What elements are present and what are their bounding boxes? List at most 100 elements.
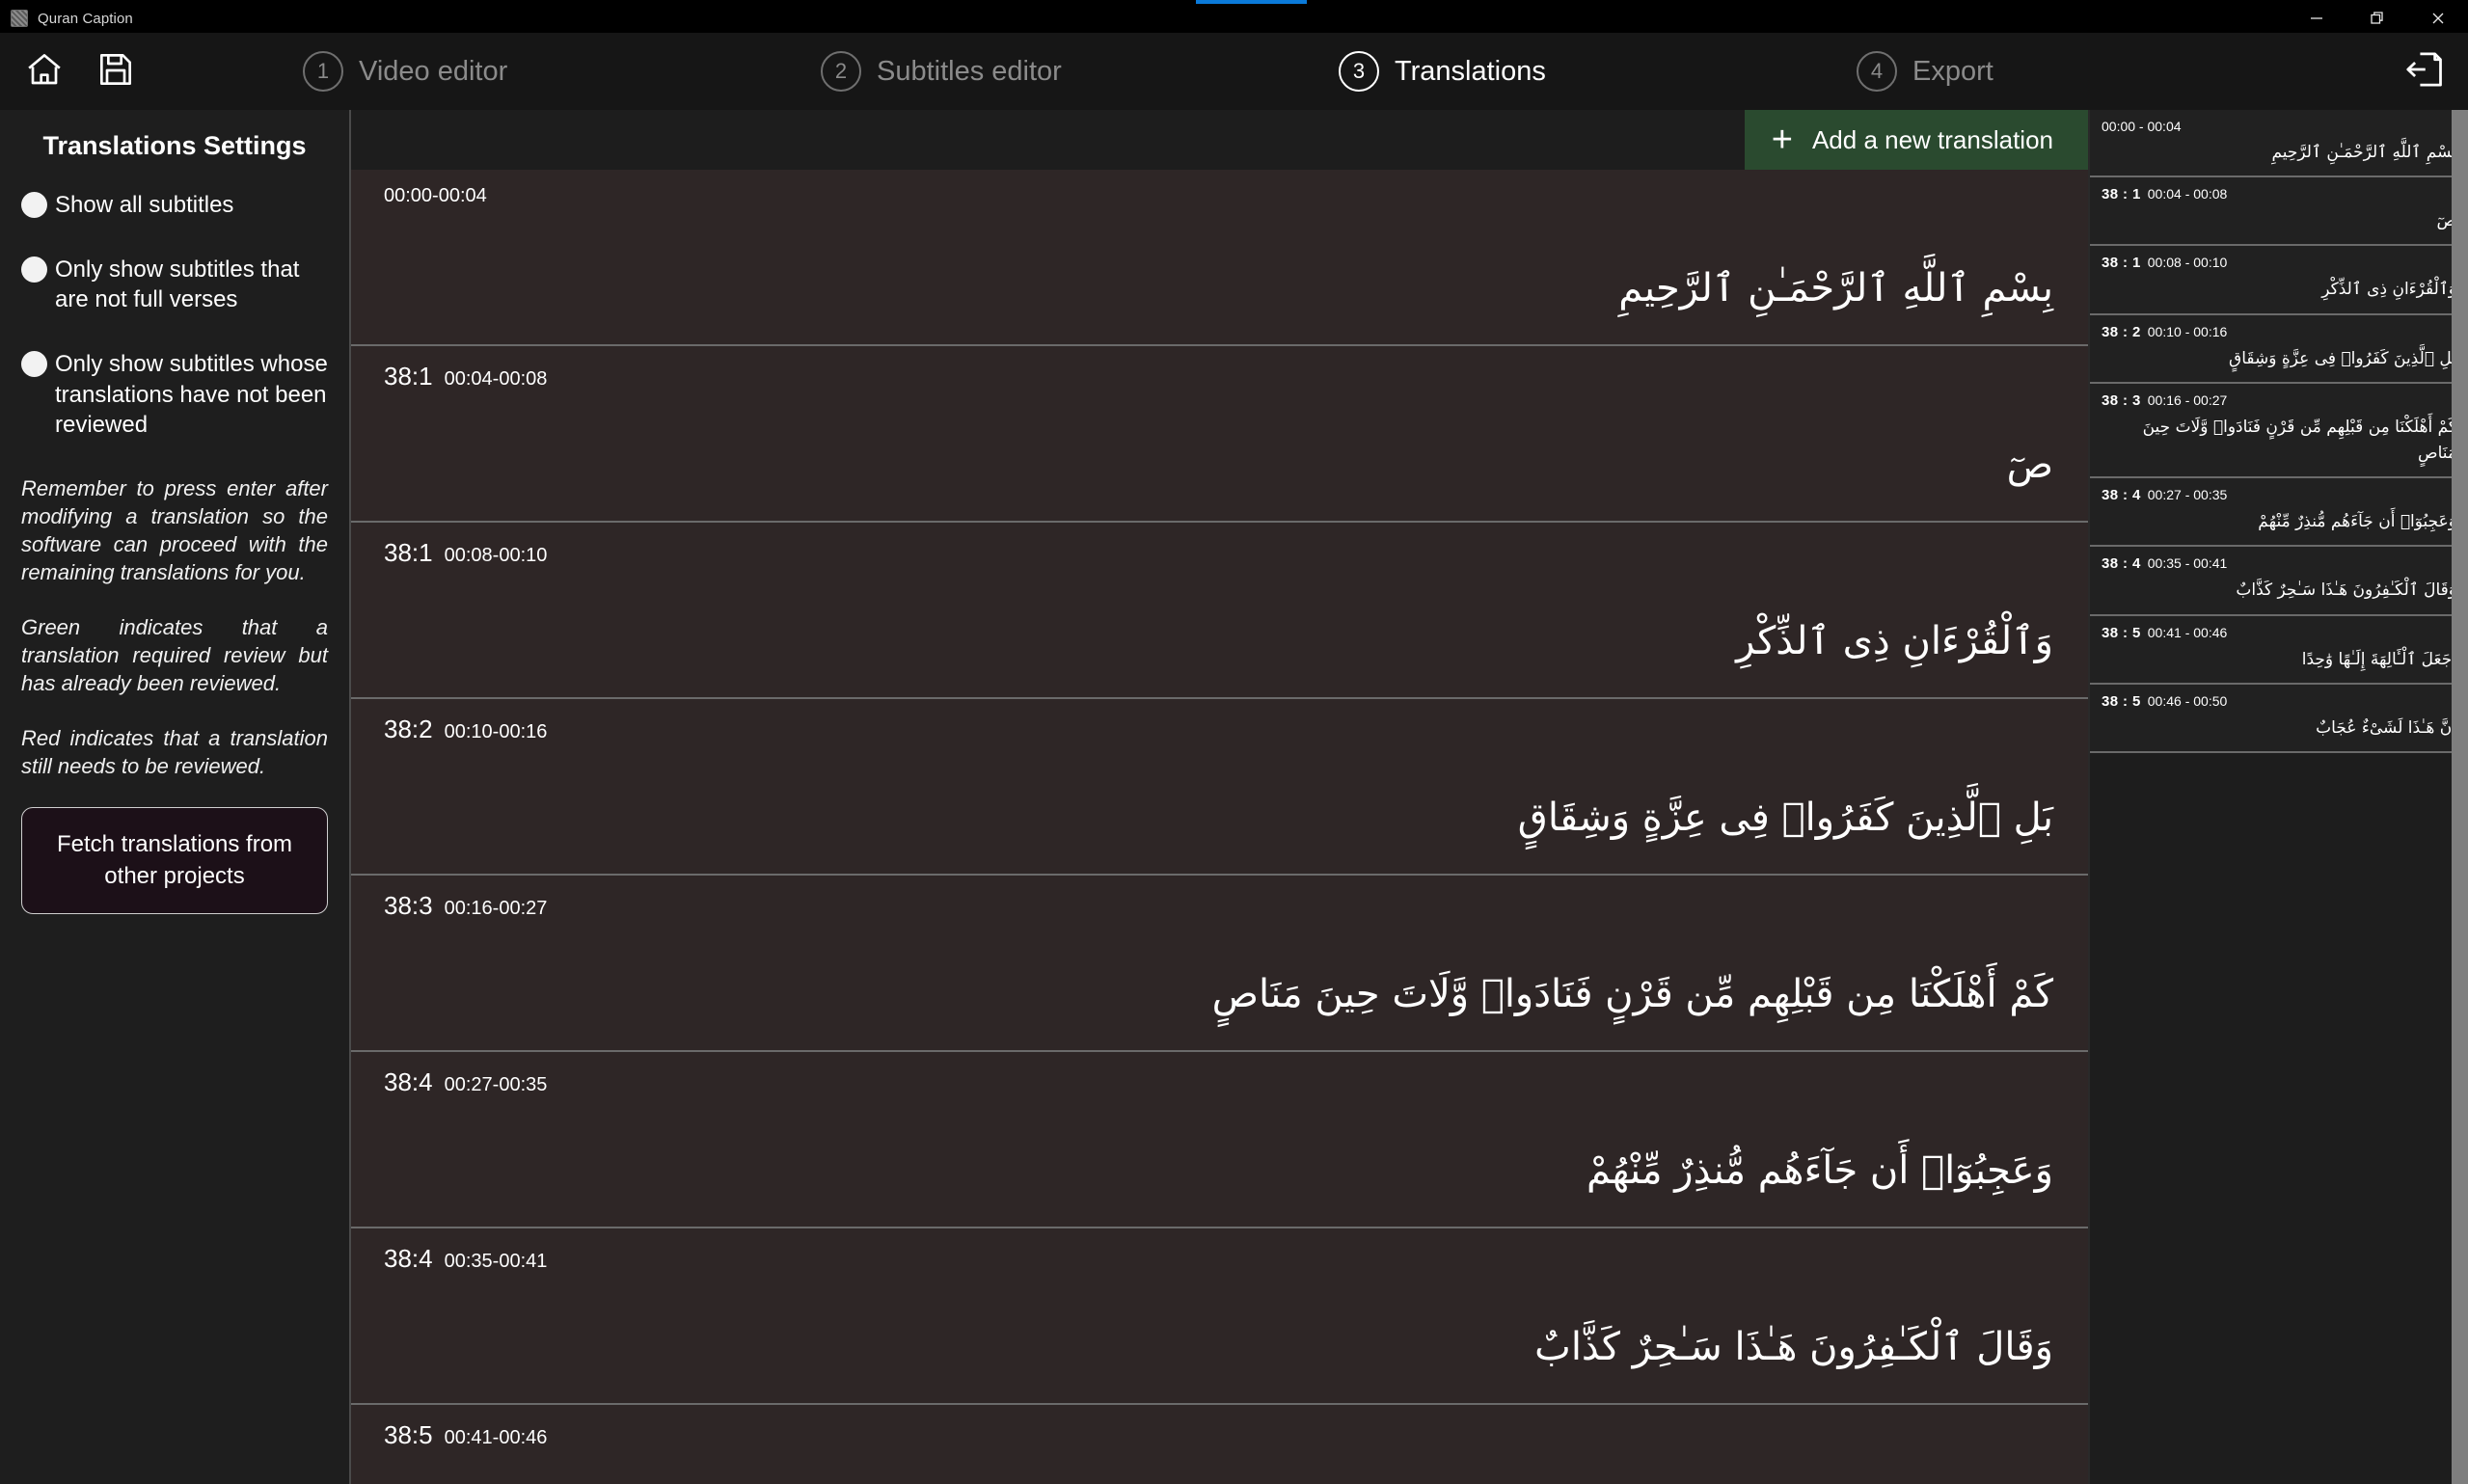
step-subtitles-editor[interactable]: 2 Subtitles editor — [821, 51, 1339, 92]
row-meta: 38:3 00:16-00:27 — [384, 891, 2053, 921]
scrollbar-thumb[interactable] — [2452, 110, 2468, 1484]
radio-not-full-verses[interactable]: Only show subtitles that are not full ve… — [21, 255, 328, 315]
arabic-subtitle-text[interactable]: وَقَالَ ٱلْكَـٰفِرُونَ هَـٰذَا سَـٰحِرٌ … — [384, 1318, 2053, 1382]
fetch-translations-button[interactable]: Fetch translations from other projects — [21, 807, 328, 915]
arabic-subtitle-text: أَجَعَلَ ٱلْـَٔالِهَةَ إِلَـٰهًا وَٰحِدً… — [2301, 649, 2456, 669]
radio-show-all-subtitles[interactable]: Show all subtitles — [21, 190, 328, 221]
verse-reference: 38 : 2 — [2102, 323, 2141, 340]
window-controls — [2286, 4, 2468, 33]
timestamp: 00:08-00:10 — [444, 545, 548, 566]
row-meta: 38:5 00:41-00:46 — [384, 1420, 2053, 1450]
verse-reference: 38:4 — [384, 1244, 433, 1273]
list-item-meta: 38 : 4 00:35 - 00:41 — [2102, 555, 2456, 572]
arabic-subtitle-text[interactable]: كَمْ أَهْلَكْنَا مِن قَبْلِهِم مِّن قَرْ… — [384, 965, 2053, 1029]
minimize-button[interactable] — [2286, 4, 2346, 33]
save-button[interactable] — [93, 48, 139, 94]
list-item[interactable]: 38 : 5 00:46 - 00:50 إِنَّ هَـٰذَا لَشَىْء… — [2090, 684, 2468, 753]
table-row[interactable]: 38:2 00:10-00:16 بَلِ ٱلَّذِينَ كَفَرُوا۟ … — [351, 699, 2088, 876]
list-item[interactable]: 38 : 2 00:10 - 00:16 بَلِ ٱلَّذِينَ كَفَرُ… — [2090, 314, 2468, 384]
main-body: Translations Settings Show all subtitles… — [0, 110, 2468, 1484]
home-button[interactable] — [21, 48, 68, 94]
arabic-subtitle-text: كَمْ أَهْلَكْنَا مِن قَبْلِهِم مِّن قَرْ… — [2142, 417, 2456, 463]
table-row[interactable]: 38:3 00:16-00:27 كَمْ أَهْلَكْنَا مِن قَبْ… — [351, 876, 2088, 1052]
note-green-meaning: Green indicates that a translation requi… — [21, 615, 328, 696]
radio-indicator[interactable] — [21, 351, 47, 378]
close-button[interactable] — [2407, 4, 2468, 33]
list-item[interactable]: 38 : 4 00:27 - 00:35 وَعَجِبُوٓا۟ أَن جَآء… — [2090, 478, 2468, 548]
verse-reference: 38:3 — [384, 891, 433, 920]
step-label: Export — [1912, 55, 1993, 87]
timestamp: 00:10 - 00:16 — [2147, 323, 2228, 339]
arabic-subtitle-text[interactable]: صٓ — [384, 436, 2053, 499]
subtitle-row-list[interactable]: 00:00-00:04 بِسْمِ ٱللَّهِ ٱلرَّحْمَـٰنِ … — [351, 170, 2088, 1484]
settings-title: Translations Settings — [42, 131, 307, 160]
arabic-subtitle-text: بَلِ ٱلَّذِينَ كَفَرُوا۟ فِى عِزَّةٍ وَش… — [2229, 348, 2456, 368]
radio-not-reviewed[interactable]: Only show subtitles whose translations h… — [21, 349, 328, 441]
table-row[interactable]: 38:4 00:27-00:35 وَعَجِبُوٓا۟ أَن جَآءَهُم… — [351, 1052, 2088, 1228]
verse-reference: 38:5 — [384, 1420, 433, 1449]
subtitle-preview-panel: 00:00 - 00:04 بِسْمِ ٱللَّهِ ٱلرَّحْمَـٰن… — [2088, 110, 2468, 1484]
app-title: Quran Caption — [38, 10, 133, 27]
list-item-meta: 38 : 2 00:10 - 00:16 — [2102, 324, 2456, 340]
add-translation-label: Add a new translation — [1811, 124, 2053, 154]
list-item[interactable]: 38 : 1 00:04 - 00:08 صٓ — [2090, 177, 2468, 247]
arabic-subtitle-text: صٓ — [2436, 211, 2456, 231]
arabic-subtitle-text[interactable]: بَلِ ٱلَّذِينَ كَفَرُوا۟ فِى عِزَّةٍ وَش… — [384, 789, 2053, 852]
table-row[interactable]: 38:5 00:41-00:46 — [351, 1405, 2088, 1484]
list-item[interactable]: 38 : 4 00:35 - 00:41 وَقَالَ ٱلْكَـٰفِرُون… — [2090, 547, 2468, 616]
timestamp: 00:27 - 00:35 — [2147, 487, 2228, 503]
list-item[interactable]: 38 : 3 00:16 - 00:27 كَمْ أَهْلَكْنَا مِن … — [2090, 383, 2468, 479]
table-row[interactable]: 38:4 00:35-00:41 وَقَالَ ٱلْكَـٰفِرُونَ هَ… — [351, 1228, 2088, 1405]
note-red-meaning: Red indicates that a translation still n… — [21, 726, 328, 779]
step-label: Translations — [1395, 55, 1546, 87]
list-item[interactable]: 38 : 1 00:08 - 00:10 وَٱلْقُرْءَانِ ذِى ٱل… — [2090, 246, 2468, 315]
arabic-subtitle-text[interactable]: وَعَجِبُوٓا۟ أَن جَآءَهُم مُّنذِرٌ مِّنْ… — [384, 1142, 2053, 1205]
list-item-meta: 38 : 5 00:41 - 00:46 — [2102, 625, 2456, 641]
list-item[interactable]: 38 : 5 00:41 - 00:46 أَجَعَلَ ٱلْـَٔالِهَة… — [2090, 615, 2468, 685]
step-label: Video editor — [359, 55, 508, 87]
exit-project-button[interactable] — [2381, 33, 2468, 110]
timestamp: 00:35-00:41 — [444, 1251, 548, 1272]
verse-reference: 38 : 1 — [2102, 186, 2141, 203]
step-number-badge: 1 — [303, 51, 343, 92]
timestamp: 00:04-00:08 — [444, 368, 548, 390]
verse-reference: 38 : 5 — [2102, 624, 2141, 641]
add-translation-button[interactable]: + Add a new translation — [1744, 110, 2088, 170]
step-number-badge: 4 — [1857, 51, 1897, 92]
exit-icon — [2403, 48, 2446, 95]
row-meta: 38:2 00:10-00:16 — [384, 715, 2053, 744]
timestamp: 00:41-00:46 — [444, 1427, 548, 1448]
row-meta: 38:4 00:35-00:41 — [384, 1244, 2053, 1274]
timestamp: 00:35 - 00:41 — [2147, 555, 2228, 572]
home-icon — [25, 50, 64, 94]
editor-header: + Add a new translation — [351, 110, 2088, 170]
verse-reference: 38:2 — [384, 715, 433, 743]
timestamp: 00:00 - 00:04 — [2102, 119, 2182, 134]
table-row[interactable]: 38:1 00:08-00:10 وَٱلْقُرْءَانِ ذِى ٱلذِّك… — [351, 523, 2088, 699]
verse-reference: 38 : 4 — [2102, 555, 2141, 573]
list-item-meta: 00:00 - 00:04 — [2102, 119, 2456, 134]
table-row[interactable]: 38:1 00:04-00:08 صٓ — [351, 346, 2088, 523]
row-meta: 38:4 00:27-00:35 — [384, 1067, 2053, 1097]
save-icon — [96, 50, 135, 94]
arabic-subtitle-text[interactable]: وَٱلْقُرْءَانِ ذِى ٱلذِّكْرِ — [384, 612, 2053, 676]
step-export[interactable]: 4 Export — [1857, 51, 2374, 92]
subtitle-preview-list[interactable]: 00:00 - 00:04 بِسْمِ ٱللَّهِ ٱلرَّحْمَـٰن… — [2090, 110, 2468, 1484]
step-video-editor[interactable]: 1 Video editor — [303, 51, 821, 92]
step-number-badge: 2 — [821, 51, 861, 92]
table-row[interactable]: 00:00-00:04 بِسْمِ ٱللَّهِ ٱلرَّحْمَـٰنِ … — [351, 170, 2088, 346]
arabic-subtitle-text: بِسْمِ ٱللَّهِ ٱلرَّحْمَـٰنِ ٱلرَّحِيمِ — [2271, 143, 2456, 162]
restore-button[interactable] — [2346, 4, 2407, 33]
right-panel-scrollbar[interactable] — [2452, 110, 2468, 1484]
plus-icon: + — [1771, 120, 1793, 160]
radio-indicator[interactable] — [21, 192, 47, 218]
verse-reference: 38 : 3 — [2102, 391, 2141, 409]
arabic-subtitle-text[interactable]: بِسْمِ ٱللَّهِ ٱلرَّحْمَـٰنِ ٱلرَّحِيمِ — [384, 259, 2053, 323]
step-translations[interactable]: 3 Translations — [1339, 51, 1857, 92]
list-item-meta: 38 : 5 00:46 - 00:50 — [2102, 693, 2456, 710]
list-item-meta: 38 : 4 00:27 - 00:35 — [2102, 487, 2456, 503]
row-meta: 38:1 00:08-00:10 — [384, 538, 2053, 568]
list-item[interactable]: 00:00 - 00:04 بِسْمِ ٱللَّهِ ٱلرَّحْمَـٰن… — [2090, 110, 2468, 178]
radio-indicator[interactable] — [21, 256, 47, 283]
radio-label: Only show subtitles that are not full ve… — [55, 256, 300, 313]
